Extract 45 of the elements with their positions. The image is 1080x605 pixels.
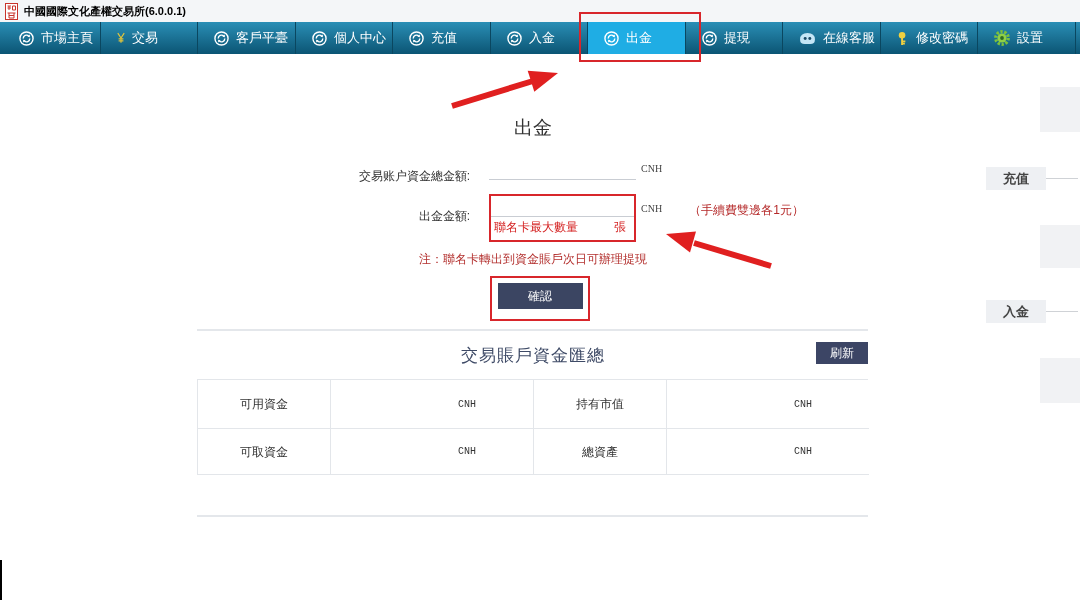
circular-arrows-icon — [604, 30, 619, 46]
page-heading: 出金 — [512, 115, 553, 139]
nav-tab[interactable]: 交易 — [100, 22, 198, 54]
nav-tab[interactable]: 市場主頁 — [3, 22, 101, 54]
nav-tab[interactable]: 在線客服 — [783, 22, 881, 54]
confirm-button[interactable]: 確認 — [497, 283, 583, 309]
table-cell: 持有市值 — [534, 380, 667, 429]
hint-label: 聯名卡最大數量 — [494, 220, 578, 234]
settings-icon — [994, 30, 1010, 46]
circular-arrows-icon — [409, 30, 424, 46]
nav-tab[interactable]: 修改密碼 — [880, 22, 978, 54]
table-cell: 可用資金 — [198, 380, 331, 429]
table-cell: 總資產 — [534, 429, 667, 475]
field-label: 交易账户資金總金額: — [357, 169, 470, 183]
fee-note: （手續費雙邊各1元） — [689, 203, 804, 217]
notice-text: 注：聯名卡轉出到資金賬戶次日可辦理提現 — [417, 252, 648, 266]
table-cell: 可取資金 — [198, 429, 331, 475]
yen-icon — [116, 32, 125, 44]
text-caret — [0, 560, 2, 600]
nav-tab[interactable]: 提現 — [685, 22, 783, 54]
nav-tab[interactable]: 客戶平臺 — [198, 22, 296, 54]
unit-label: CNH — [641, 203, 663, 215]
circular-arrows-icon — [19, 30, 34, 46]
window-title: 中國國際文化產權交易所(6.0.0.1) — [24, 4, 186, 18]
table-cell: CNH — [667, 380, 869, 429]
table-cell: CNH — [331, 380, 534, 429]
circular-arrows-icon — [506, 30, 522, 46]
nav-tab[interactable]: 充值 — [393, 22, 491, 54]
step-label: 入金 — [986, 300, 1046, 323]
circular-arrows-icon — [311, 30, 327, 46]
step-label: 充值 — [986, 167, 1046, 190]
hint-unit: 張 — [614, 220, 626, 234]
connector-line — [1046, 311, 1078, 312]
unit-label: CNH — [641, 163, 663, 175]
table-cell: CNH — [331, 429, 534, 475]
nav-tab[interactable]: 設置 — [978, 22, 1076, 54]
table-cell: CNH — [667, 429, 869, 475]
face-icon — [799, 31, 816, 45]
connector-line — [1046, 178, 1078, 179]
circular-arrows-icon — [701, 30, 717, 46]
circular-arrows-icon — [214, 30, 229, 46]
section-heading: 交易賬戶資金匯總 — [460, 344, 605, 366]
refresh-button[interactable]: 刷新 — [816, 341, 868, 364]
field-label: 出金金額: — [417, 209, 470, 223]
nav-tab[interactable]: 個人中心 — [295, 22, 393, 54]
